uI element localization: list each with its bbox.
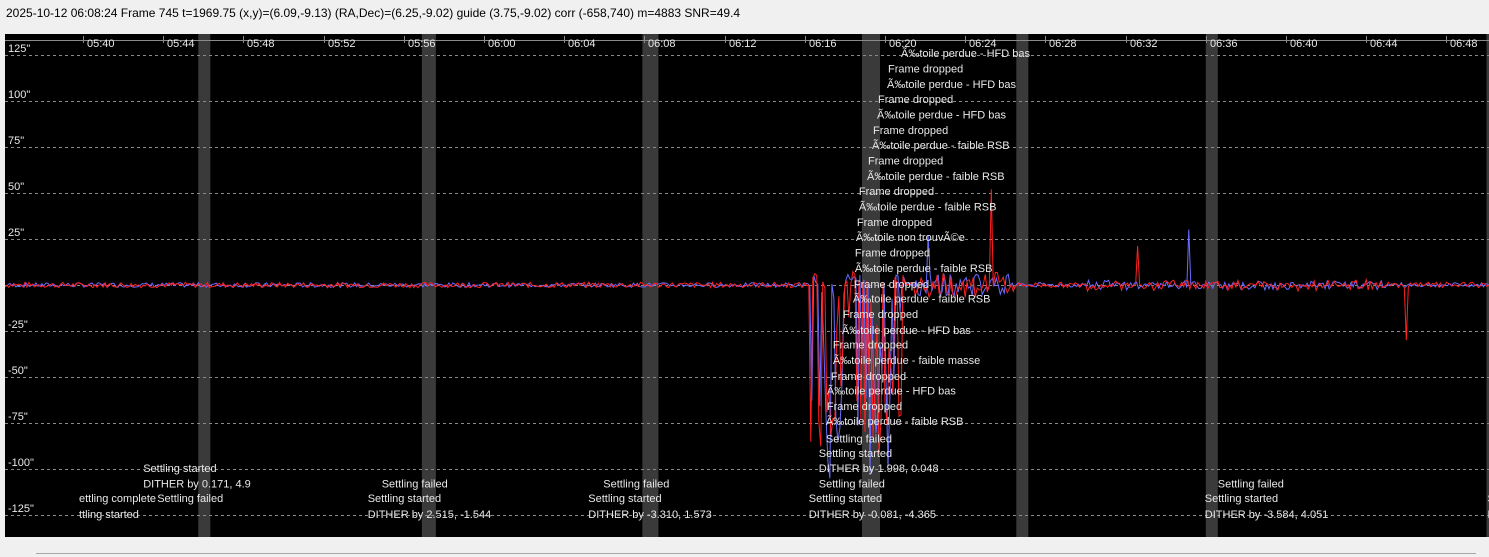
time-tick-label: 06:44 — [1370, 38, 1398, 50]
event-annotations: Settling failed Settling started DITHER by… — [79, 47, 1489, 521]
guide-graph-canvas: 05:40 05:44 05:48 05:52 05:56 06:00 06:04 06:08… — [5, 34, 1489, 537]
event-label: Settling started — [368, 493, 441, 505]
event-label: ttling started — [79, 509, 139, 521]
status-bar: 2025-10-12 06:08:24 Frame 745 t=1969.75 … — [0, 0, 1489, 26]
event-label: Settling started — [588, 493, 661, 505]
time-tick-label: 06:28 — [1049, 38, 1077, 50]
y-tick-label: -125" — [8, 503, 34, 515]
event-label: Ã‰toile perdue - HFD bas — [887, 78, 1016, 91]
event-label: Ã‰toile perdue - faible RSB — [859, 201, 997, 214]
event-label: Frame dropped — [831, 371, 906, 383]
event-label: Ã‰toile perdue - faible RSB — [826, 415, 964, 428]
event-label: Settling failed — [1218, 478, 1284, 490]
time-tick-label: 06:08 — [648, 38, 676, 50]
event-label: Ã‰toile perdue - faible RSB — [853, 293, 991, 306]
status-text: 2025-10-12 06:08:24 Frame 745 t=1969.75 … — [6, 6, 741, 20]
event-label: Frame dropped — [833, 340, 908, 352]
event-label: Frame dropped — [868, 156, 943, 168]
event-label: Frame dropped — [854, 279, 929, 291]
event-label: DITHER by 0.171, 4.9 — [143, 478, 251, 490]
time-tick-label: 06:00 — [488, 38, 516, 50]
event-label: Ã‰toile perdue - HFD bas — [877, 109, 1006, 122]
event-label: Settling started — [143, 463, 216, 475]
event-label: Settling failed — [819, 478, 885, 490]
y-tick-label: 25" — [8, 227, 24, 239]
event-label: Frame dropped — [859, 186, 934, 198]
event-label: Ã‰toile perdue - HFD bas — [827, 385, 956, 398]
event-label: Frame dropped — [873, 125, 948, 137]
y-tick-label: 50" — [8, 181, 24, 193]
time-tick-label: 06:16 — [809, 38, 837, 50]
y-tick-label: 75" — [8, 135, 24, 147]
y-tick-label: -75" — [8, 411, 28, 423]
y-tick-label: 100" — [8, 89, 30, 101]
time-tick-label: 06:12 — [729, 38, 757, 50]
time-tick-label: 06:36 — [1210, 38, 1238, 50]
event-label: DITHER by 2.515, -1.544 — [368, 509, 492, 521]
dec-trace — [5, 229, 1489, 479]
event-label: Frame dropped — [857, 217, 932, 229]
time-tick-label: 05:56 — [408, 38, 436, 50]
horizontal-scrollbar-track[interactable] — [36, 553, 1476, 554]
y-tick-label: 125" — [8, 43, 30, 55]
event-label: DITHER by -3.310, 1.573 — [588, 509, 712, 521]
ra-trace — [5, 189, 1489, 455]
time-tick-label: 05:40 — [87, 38, 115, 50]
time-tick-label: 06:32 — [1130, 38, 1158, 50]
grid-lines — [5, 36, 1489, 516]
y-tick-label: -100" — [8, 457, 34, 469]
time-tick-label: 06:40 — [1290, 38, 1318, 50]
bottom-panel — [0, 537, 1489, 557]
event-label: Ã‰toile perdue - faible RSB — [867, 170, 1005, 183]
guide-traces — [5, 189, 1489, 479]
event-label: Frame dropped — [888, 64, 963, 76]
event-label: Ã‰toile perdue - faible RSB — [872, 139, 1010, 152]
time-tick-label: 05:44 — [167, 38, 195, 50]
time-tick-label: 05:48 — [247, 38, 275, 50]
guide-graph[interactable]: 05:40 05:44 05:48 05:52 05:56 06:00 06:04 06:08… — [5, 34, 1489, 537]
event-label: Settling started — [1205, 493, 1278, 505]
event-label: DITHER by -3.584, 4.051 — [1205, 509, 1329, 521]
event-label: ettling complete — [79, 493, 156, 505]
event-label: Frame dropped — [843, 309, 918, 321]
event-label: DITHER by 1.998, 0.048 — [819, 463, 939, 475]
event-label: Settling started — [809, 493, 882, 505]
time-tick-label: 06:48 — [1450, 38, 1478, 50]
y-tick-label: -25" — [8, 319, 28, 331]
event-label: Frame dropped — [827, 401, 902, 413]
event-label: Ã‰toile perdue - HFD bas — [901, 47, 1030, 60]
time-tick-label: 05:52 — [328, 38, 356, 50]
event-label: Ã‰toile non trouvÃ©e — [856, 231, 965, 244]
event-label: Ã‰toile perdue - faible RSB — [855, 262, 993, 275]
time-tick-label: 06:04 — [568, 38, 596, 50]
event-label: Settling started — [819, 448, 892, 460]
event-label: Ã‰toile perdue - HFD bas — [842, 324, 971, 337]
event-label: Frame dropped — [855, 248, 930, 260]
event-label: Settling failed — [603, 478, 669, 490]
event-label: DITHER by -0.081, -4.365 — [809, 509, 936, 521]
axis-labels: 05:40 05:44 05:48 05:52 05:56 06:00 06:04 06:08… — [8, 38, 1478, 515]
event-label: Ã‰toile perdue - faible masse — [833, 354, 980, 367]
y-tick-label: -50" — [8, 365, 28, 377]
event-label: Frame dropped — [878, 94, 953, 106]
event-label: Settling failed — [382, 478, 448, 490]
event-label: Settling failed — [157, 493, 223, 505]
event-label: Settling failed — [826, 433, 892, 445]
